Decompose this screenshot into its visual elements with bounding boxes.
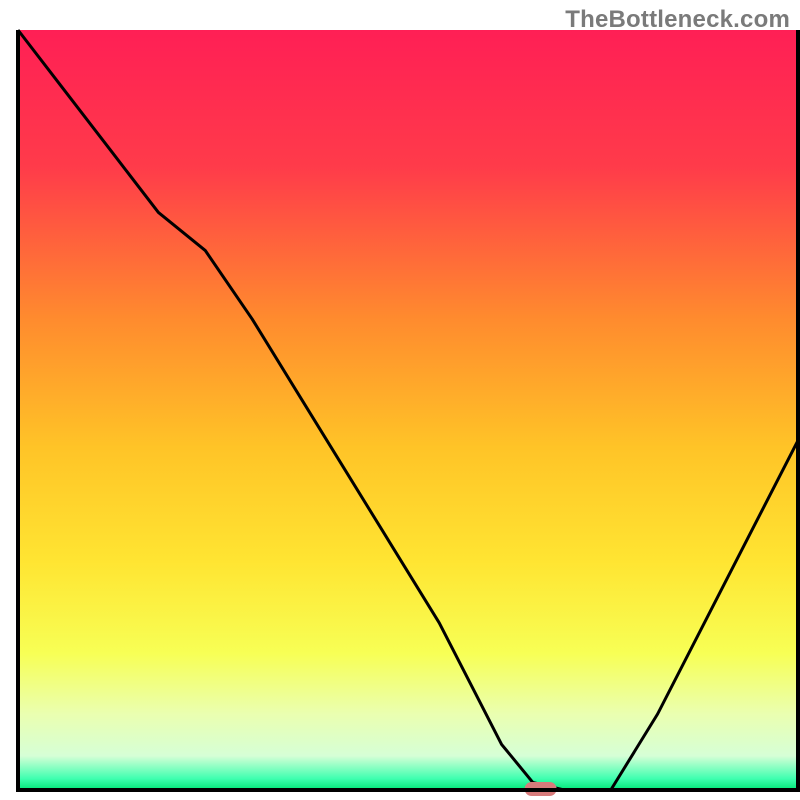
plot-background (18, 30, 798, 790)
watermark-text: TheBottleneck.com (565, 6, 790, 34)
bottleneck-chart (0, 0, 800, 800)
chart-container: TheBottleneck.com (0, 0, 800, 800)
